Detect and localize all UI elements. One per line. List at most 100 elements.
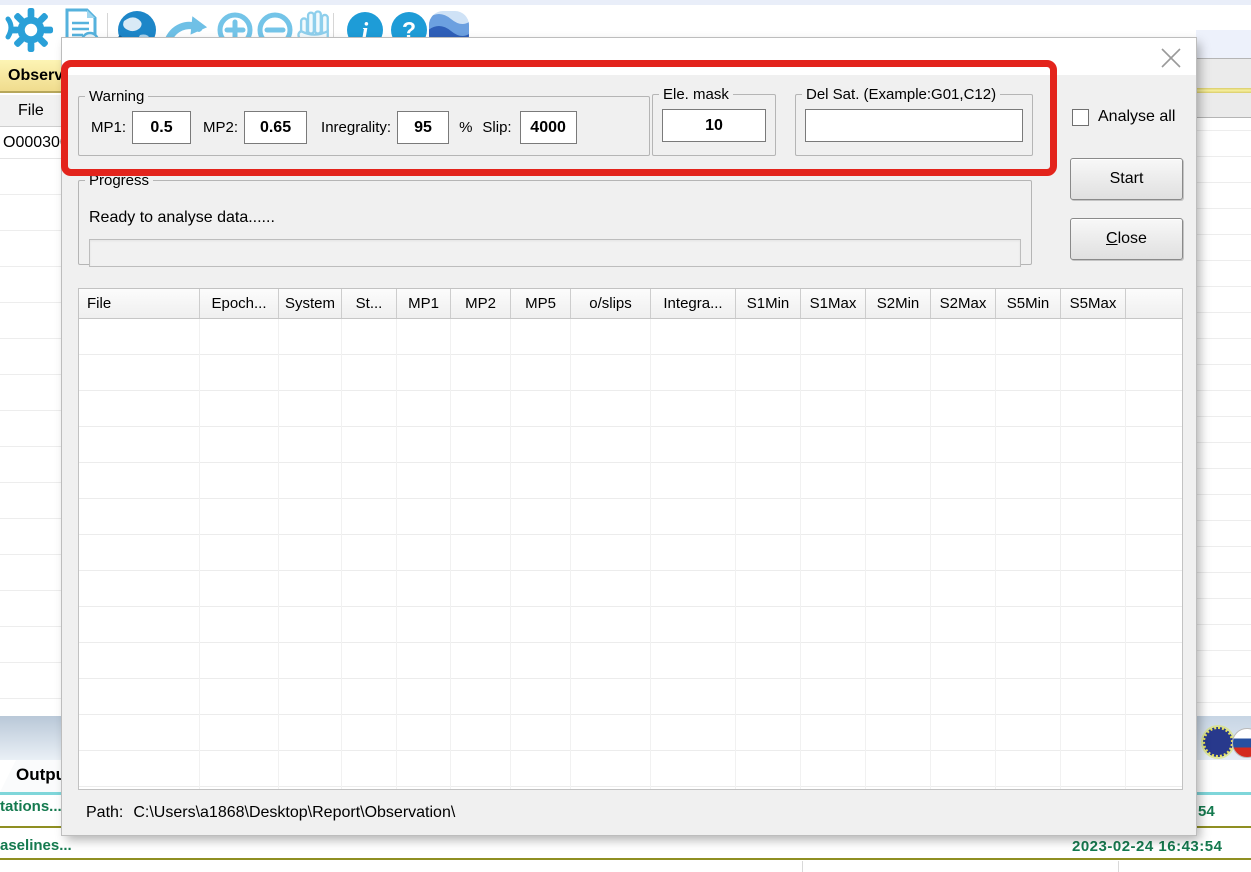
- output-log-strip: aselines... 2023-02-24 16:43:54: [0, 835, 1251, 872]
- column-header-st[interactable]: St...: [342, 289, 397, 318]
- warning-group: Warning MP1: MP2: Inregrality: % Slip:: [78, 88, 650, 156]
- list-row-separator: [1196, 260, 1251, 261]
- progress-bar: [89, 239, 1021, 267]
- tab-observation[interactable]: Observ: [0, 60, 62, 93]
- tab-output[interactable]: Output: [0, 760, 62, 792]
- slip-label: Slip:: [482, 119, 511, 136]
- log-timestamp: 2023-02-24 16:43:54: [1072, 838, 1222, 855]
- grid-line: [650, 319, 651, 789]
- column-header-integra[interactable]: Integra...: [651, 289, 736, 318]
- delete-satellite-title: Del Sat. (Example:G01,C12): [802, 86, 1000, 103]
- log-row-divider: [0, 826, 62, 828]
- analyse-all-checkbox[interactable]: Analyse all: [1072, 108, 1175, 126]
- grid-line: [1125, 319, 1126, 789]
- column-header-s2max[interactable]: S2Max: [931, 289, 996, 318]
- delete-satellite-group: Del Sat. (Example:G01,C12): [795, 86, 1033, 156]
- mp1-input[interactable]: [132, 111, 191, 144]
- list-row-separator: [0, 518, 62, 519]
- column-header-s5min[interactable]: S5Min: [996, 289, 1061, 318]
- list-row-separator: [1196, 208, 1251, 209]
- slip-input[interactable]: [520, 111, 577, 144]
- grid-line: [396, 319, 397, 789]
- file-column-header[interactable]: File: [0, 95, 62, 127]
- delete-satellite-input[interactable]: [805, 109, 1023, 142]
- grid-line: [1060, 319, 1061, 789]
- list-row-separator: [1196, 416, 1251, 417]
- settings-gear-icon[interactable]: [8, 7, 54, 53]
- column-header-oslips[interactable]: o/slips: [571, 289, 651, 318]
- list-row-separator: [1196, 390, 1251, 391]
- grid-line: [930, 319, 931, 789]
- checkbox-box[interactable]: [1072, 109, 1089, 126]
- column-header-file[interactable]: File: [79, 289, 200, 318]
- list-row-separator: [1196, 572, 1251, 573]
- right-menu-band: [1196, 30, 1251, 58]
- list-row-separator: [1196, 338, 1251, 339]
- inregrality-input[interactable]: [397, 111, 449, 144]
- grid-line: [278, 319, 279, 789]
- progress-group-title: Progress: [85, 172, 153, 189]
- close-icon[interactable]: [1156, 43, 1186, 73]
- grid-line: [510, 319, 511, 789]
- grid-line: [865, 319, 866, 789]
- column-header-epoch[interactable]: Epoch...: [200, 289, 279, 318]
- log-column-divider: [802, 861, 803, 872]
- log-row-divider: [1196, 826, 1251, 828]
- list-row-separator: [1196, 676, 1251, 677]
- list-row-separator: [1196, 286, 1251, 287]
- inregrality-label: Inregrality:: [321, 119, 391, 136]
- right-gray-band: [1196, 59, 1251, 88]
- list-row-separator: [1196, 520, 1251, 521]
- list-row-separator: [0, 410, 62, 411]
- mp1-label: MP1:: [91, 119, 126, 136]
- list-row-separator: [0, 194, 62, 195]
- elevation-mask-input[interactable]: [662, 109, 766, 142]
- column-header-s2min[interactable]: S2Min: [866, 289, 931, 318]
- list-row-separator: [0, 266, 62, 267]
- column-header-mp1[interactable]: MP1: [397, 289, 451, 318]
- close-button[interactable]: Close: [1070, 218, 1183, 260]
- list-row-separator: [1196, 468, 1251, 469]
- grid-line: [800, 319, 801, 789]
- grid-line: [341, 319, 342, 789]
- list-row-separator: [1196, 182, 1251, 183]
- mp2-input[interactable]: [244, 111, 307, 144]
- results-table-body: [79, 319, 1182, 789]
- mp2-label: MP2:: [203, 119, 238, 136]
- log-row-divider: [0, 858, 1251, 860]
- list-row-separator: [0, 374, 62, 375]
- column-header-s1max[interactable]: S1Max: [801, 289, 866, 318]
- column-header-mp5[interactable]: MP5: [511, 289, 571, 318]
- list-row-separator: [0, 338, 62, 339]
- column-header-s1min[interactable]: S1Min: [736, 289, 801, 318]
- list-row-separator: [0, 590, 62, 591]
- right-header-band: [1196, 93, 1251, 118]
- column-header-system[interactable]: System: [279, 289, 342, 318]
- list-row-separator: [1196, 156, 1251, 157]
- grid-line: [199, 319, 200, 789]
- progress-status-text: Ready to analyse data......: [89, 209, 275, 227]
- column-header-mp2[interactable]: MP2: [451, 289, 511, 318]
- list-row-separator: [1196, 546, 1251, 547]
- elevation-mask-title: Ele. mask: [659, 86, 733, 103]
- eu-flag-icon: [1203, 727, 1233, 757]
- path-label: Path:: [86, 804, 123, 821]
- path-value: C:\Users\a1868\Desktop\Report\Observatio…: [133, 804, 455, 821]
- log-line-baselines: aselines...: [0, 837, 72, 854]
- grid-line: [570, 319, 571, 789]
- list-row-separator: [1196, 702, 1251, 703]
- list-row-separator: [1196, 494, 1251, 495]
- column-header-s5max[interactable]: S5Max: [1061, 289, 1126, 318]
- list-row-separator: [1196, 598, 1251, 599]
- log-line-stations: tations...: [0, 798, 62, 815]
- file-list-row[interactable]: O000300: [0, 127, 62, 159]
- warning-group-title: Warning: [85, 88, 148, 105]
- start-button[interactable]: Start: [1070, 158, 1183, 200]
- grid-line: [450, 319, 451, 789]
- application-window: i ? Observ File O000300 Output tation: [0, 0, 1251, 872]
- percent-label: %: [459, 119, 472, 136]
- progress-group: Progress Ready to analyse data......: [78, 172, 1032, 265]
- data-analysis-dialog: Warning MP1: MP2: Inregrality: % Slip: E…: [62, 38, 1196, 835]
- list-row-separator: [1196, 364, 1251, 365]
- list-row-separator: [0, 230, 62, 231]
